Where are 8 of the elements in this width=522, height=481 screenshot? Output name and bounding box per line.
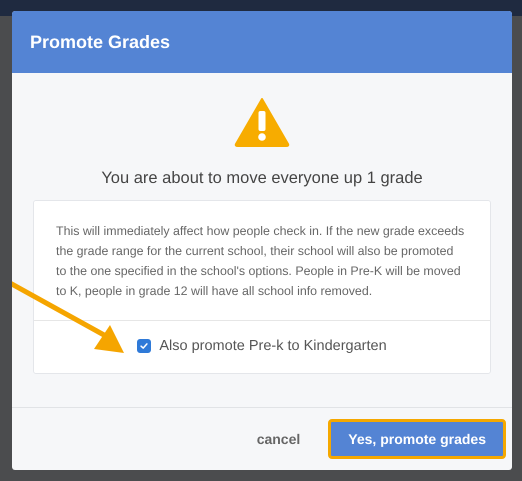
checkbox-icon[interactable] (137, 339, 152, 353)
message-text: This will immediately affect how people check in. If the new grade exceeds the grade range for the current school, their school will also be promoted to the one specified in the school's options. People in Pre-K will be moved to K, people in grade 12 will have all school info removed. (34, 201, 490, 321)
confirm-button[interactable]: Yes, promote grades (328, 419, 506, 459)
dialog-title: Promote Grades (30, 32, 170, 52)
cancel-button[interactable]: cancel (252, 425, 304, 453)
dialog-heading: You are about to move everyone up 1 grade (101, 169, 423, 188)
promote-checkbox[interactable]: Also promote Pre-k to Kindergarten (137, 338, 387, 354)
warning-icon (234, 97, 290, 147)
